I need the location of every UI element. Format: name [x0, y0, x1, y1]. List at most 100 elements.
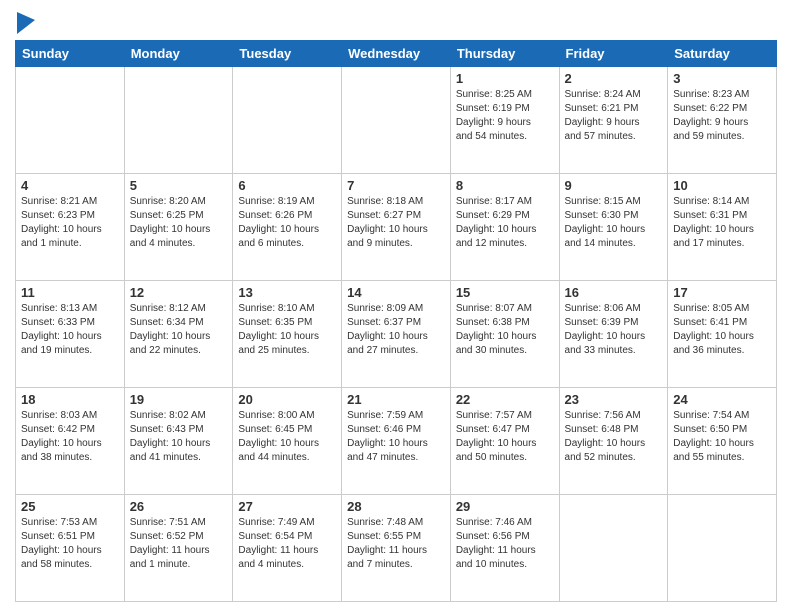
day-info: Sunrise: 8:03 AM Sunset: 6:42 PM Dayligh… [21, 409, 119, 465]
day-number: 22 [456, 392, 554, 407]
day-number: 15 [456, 285, 554, 300]
day-number: 8 [456, 178, 554, 193]
day-info: Sunrise: 8:25 AM Sunset: 6:19 PM Dayligh… [456, 88, 554, 144]
calendar-cell: 19Sunrise: 8:02 AM Sunset: 6:43 PM Dayli… [124, 388, 233, 495]
day-number: 27 [238, 499, 336, 514]
calendar-cell: 26 Sunrise: 7:51 AM Sunset: 6:52 PM Dayli… [124, 495, 233, 602]
day-info: Sunrise: 8:10 AM Sunset: 6:35 PM Dayligh… [238, 302, 336, 358]
calendar-cell [124, 67, 233, 174]
calendar-cell: 18 Sunrise: 8:03 AM Sunset: 6:42 PM Dayli… [16, 388, 125, 495]
day-info: Sunrise: 8:15 AM Sunset: 6:30 PM Dayligh… [565, 195, 663, 251]
calendar-cell: 1 Sunrise: 8:25 AM Sunset: 6:19 PM Daylig… [450, 67, 559, 174]
calendar-week-row: 11 Sunrise: 8:13 AM Sunset: 6:33 PM Dayli… [16, 281, 777, 388]
calendar-cell: 24Sunrise: 7:54 AM Sunset: 6:50 PM Dayli… [668, 388, 777, 495]
col-header-monday: Monday [124, 41, 233, 67]
day-info: Sunrise: 8:12 AM Sunset: 6:34 PM Dayligh… [130, 302, 228, 358]
day-info: Sunrise: 8:21 AM Sunset: 6:23 PM Dayligh… [21, 195, 119, 251]
day-number: 1 [456, 71, 554, 86]
day-number: 25 [21, 499, 119, 514]
calendar-table: SundayMondayTuesdayWednesdayThursdayFrid… [15, 40, 777, 602]
calendar-week-row: 18 Sunrise: 8:03 AM Sunset: 6:42 PM Dayli… [16, 388, 777, 495]
day-number: 9 [565, 178, 663, 193]
calendar-cell: 16Sunrise: 8:06 AM Sunset: 6:39 PM Dayli… [559, 281, 668, 388]
day-number: 29 [456, 499, 554, 514]
day-info: Sunrise: 7:51 AM Sunset: 6:52 PM Dayligh… [130, 516, 228, 572]
day-info: Sunrise: 7:53 AM Sunset: 6:51 PM Dayligh… [21, 516, 119, 572]
day-info: Sunrise: 7:54 AM Sunset: 6:50 PM Dayligh… [673, 409, 771, 465]
calendar-cell [233, 67, 342, 174]
calendar-cell: 8 Sunrise: 8:17 AM Sunset: 6:29 PM Daylig… [450, 174, 559, 281]
calendar-header-row: SundayMondayTuesdayWednesdayThursdayFrid… [16, 41, 777, 67]
calendar-cell [668, 495, 777, 602]
day-number: 21 [347, 392, 445, 407]
day-number: 19 [130, 392, 228, 407]
logo [15, 14, 35, 34]
col-header-friday: Friday [559, 41, 668, 67]
calendar-cell: 7 Sunrise: 8:18 AM Sunset: 6:27 PM Daylig… [342, 174, 451, 281]
day-info: Sunrise: 8:13 AM Sunset: 6:33 PM Dayligh… [21, 302, 119, 358]
calendar-cell: 21 Sunrise: 7:59 AM Sunset: 6:46 PM Dayli… [342, 388, 451, 495]
header [15, 10, 777, 34]
calendar-cell: 28 Sunrise: 7:48 AM Sunset: 6:55 PM Dayli… [342, 495, 451, 602]
col-header-thursday: Thursday [450, 41, 559, 67]
day-number: 5 [130, 178, 228, 193]
calendar-cell: 14Sunrise: 8:09 AM Sunset: 6:37 PM Dayli… [342, 281, 451, 388]
day-info: Sunrise: 8:24 AM Sunset: 6:21 PM Dayligh… [565, 88, 663, 144]
day-number: 2 [565, 71, 663, 86]
day-number: 10 [673, 178, 771, 193]
calendar-cell: 25 Sunrise: 7:53 AM Sunset: 6:51 PM Dayli… [16, 495, 125, 602]
day-info: Sunrise: 7:56 AM Sunset: 6:48 PM Dayligh… [565, 409, 663, 465]
page: SundayMondayTuesdayWednesdayThursdayFrid… [0, 0, 792, 612]
day-number: 3 [673, 71, 771, 86]
calendar-cell [559, 495, 668, 602]
day-number: 7 [347, 178, 445, 193]
col-header-tuesday: Tuesday [233, 41, 342, 67]
day-number: 18 [21, 392, 119, 407]
day-info: Sunrise: 8:23 AM Sunset: 6:22 PM Dayligh… [673, 88, 771, 144]
day-number: 12 [130, 285, 228, 300]
day-info: Sunrise: 8:20 AM Sunset: 6:25 PM Dayligh… [130, 195, 228, 251]
day-number: 6 [238, 178, 336, 193]
day-info: Sunrise: 7:46 AM Sunset: 6:56 PM Dayligh… [456, 516, 554, 572]
col-header-saturday: Saturday [668, 41, 777, 67]
calendar-cell: 2 Sunrise: 8:24 AM Sunset: 6:21 PM Daylig… [559, 67, 668, 174]
day-number: 26 [130, 499, 228, 514]
calendar-cell: 4 Sunrise: 8:21 AM Sunset: 6:23 PM Daylig… [16, 174, 125, 281]
day-number: 28 [347, 499, 445, 514]
day-number: 11 [21, 285, 119, 300]
calendar-cell: 17 Sunrise: 8:05 AM Sunset: 6:41 PM Dayli… [668, 281, 777, 388]
calendar-cell: 5 Sunrise: 8:20 AM Sunset: 6:25 PM Daylig… [124, 174, 233, 281]
calendar-cell: 22Sunrise: 7:57 AM Sunset: 6:47 PM Dayli… [450, 388, 559, 495]
calendar-cell: 20 Sunrise: 8:00 AM Sunset: 6:45 PM Dayli… [233, 388, 342, 495]
calendar-cell: 13 Sunrise: 8:10 AM Sunset: 6:35 PM Dayli… [233, 281, 342, 388]
calendar-week-row: 4 Sunrise: 8:21 AM Sunset: 6:23 PM Daylig… [16, 174, 777, 281]
day-info: Sunrise: 8:00 AM Sunset: 6:45 PM Dayligh… [238, 409, 336, 465]
day-info: Sunrise: 8:05 AM Sunset: 6:41 PM Dayligh… [673, 302, 771, 358]
day-info: Sunrise: 8:19 AM Sunset: 6:26 PM Dayligh… [238, 195, 336, 251]
day-info: Sunrise: 7:48 AM Sunset: 6:55 PM Dayligh… [347, 516, 445, 572]
calendar-cell: 3 Sunrise: 8:23 AM Sunset: 6:22 PM Daylig… [668, 67, 777, 174]
col-header-sunday: Sunday [16, 41, 125, 67]
day-number: 13 [238, 285, 336, 300]
calendar-cell: 6 Sunrise: 8:19 AM Sunset: 6:26 PM Daylig… [233, 174, 342, 281]
calendar-cell: 15 Sunrise: 8:07 AM Sunset: 6:38 PM Dayli… [450, 281, 559, 388]
calendar-cell: 27Sunrise: 7:49 AM Sunset: 6:54 PM Dayli… [233, 495, 342, 602]
calendar-cell: 12 Sunrise: 8:12 AM Sunset: 6:34 PM Dayli… [124, 281, 233, 388]
calendar-cell: 23 Sunrise: 7:56 AM Sunset: 6:48 PM Dayli… [559, 388, 668, 495]
day-info: Sunrise: 7:59 AM Sunset: 6:46 PM Dayligh… [347, 409, 445, 465]
calendar-cell [342, 67, 451, 174]
day-info: Sunrise: 8:18 AM Sunset: 6:27 PM Dayligh… [347, 195, 445, 251]
col-header-wednesday: Wednesday [342, 41, 451, 67]
calendar-week-row: 1 Sunrise: 8:25 AM Sunset: 6:19 PM Daylig… [16, 67, 777, 174]
day-number: 4 [21, 178, 119, 193]
logo-triangle-icon [17, 12, 35, 34]
day-number: 17 [673, 285, 771, 300]
day-info: Sunrise: 8:14 AM Sunset: 6:31 PM Dayligh… [673, 195, 771, 251]
calendar-cell: 9 Sunrise: 8:15 AM Sunset: 6:30 PM Daylig… [559, 174, 668, 281]
day-info: Sunrise: 8:17 AM Sunset: 6:29 PM Dayligh… [456, 195, 554, 251]
day-info: Sunrise: 8:07 AM Sunset: 6:38 PM Dayligh… [456, 302, 554, 358]
calendar-cell: 29 Sunrise: 7:46 AM Sunset: 6:56 PM Dayli… [450, 495, 559, 602]
day-number: 23 [565, 392, 663, 407]
calendar-cell: 11 Sunrise: 8:13 AM Sunset: 6:33 PM Dayli… [16, 281, 125, 388]
day-number: 20 [238, 392, 336, 407]
